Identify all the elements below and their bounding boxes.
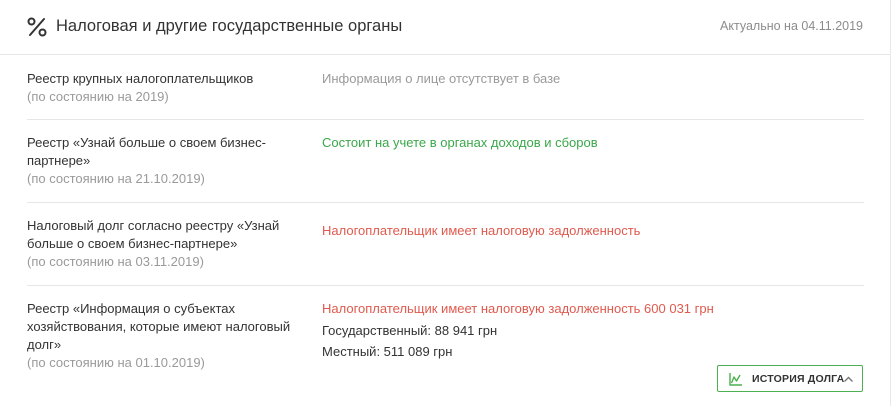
debt-history-label: ИСТОРИЯ ДОЛГА bbox=[752, 373, 845, 385]
updated-date: Актуально на 04.11.2019 bbox=[720, 19, 863, 33]
row-divider bbox=[27, 285, 864, 286]
card-edge bbox=[890, 0, 891, 406]
row-label-text: Налоговый долг согласно реестру «Узнай б… bbox=[27, 218, 280, 251]
row-label-text: Реестр «Информация о субъектах хозяйство… bbox=[27, 301, 291, 352]
chart-line-icon bbox=[729, 373, 742, 386]
row-label: Реестр крупных налогоплательщиков (по со… bbox=[27, 70, 297, 106]
state-debt: Государственный: 88 941 грн bbox=[322, 323, 498, 338]
row-status: Налогоплательщик имеет налоговую задолже… bbox=[322, 223, 641, 238]
row-status: Состоит на учете в органах доходов и сбо… bbox=[322, 135, 598, 150]
row-date: (по состоянию на 03.11.2019) bbox=[27, 254, 204, 269]
row-date: (по состоянию на 21.10.2019) bbox=[27, 171, 205, 186]
row-label-text: Реестр «Узнай больше о своем бизнес-парт… bbox=[27, 135, 266, 168]
row-divider bbox=[27, 119, 864, 120]
row-divider bbox=[27, 202, 864, 203]
percent-icon bbox=[27, 17, 47, 37]
card-header: Налоговая и другие государственные орган… bbox=[0, 0, 890, 55]
row-label: Реестр «Узнай больше о своем бизнес-парт… bbox=[27, 134, 272, 188]
row-label: Налоговый долг согласно реестру «Узнай б… bbox=[27, 217, 287, 271]
row-label: Реестр «Информация о субъектах хозяйство… bbox=[27, 300, 302, 372]
tax-authorities-card: Налоговая и другие государственные орган… bbox=[0, 0, 895, 406]
row-label-text: Реестр крупных налогоплательщиков bbox=[27, 71, 254, 86]
local-debt: Местный: 511 089 грн bbox=[322, 344, 453, 359]
row-status: Информация о лице отсутствует в базе bbox=[322, 71, 561, 86]
card-title: Налоговая и другие государственные орган… bbox=[56, 17, 403, 35]
row-status: Налогоплательщик имеет налоговую задолже… bbox=[322, 301, 714, 316]
debt-history-button[interactable]: ИСТОРИЯ ДОЛГА bbox=[717, 365, 863, 392]
chevron-up-icon bbox=[844, 376, 853, 382]
row-date: (по состоянию на 2019) bbox=[27, 89, 169, 104]
row-date: (по состоянию на 01.10.2019) bbox=[27, 355, 205, 370]
